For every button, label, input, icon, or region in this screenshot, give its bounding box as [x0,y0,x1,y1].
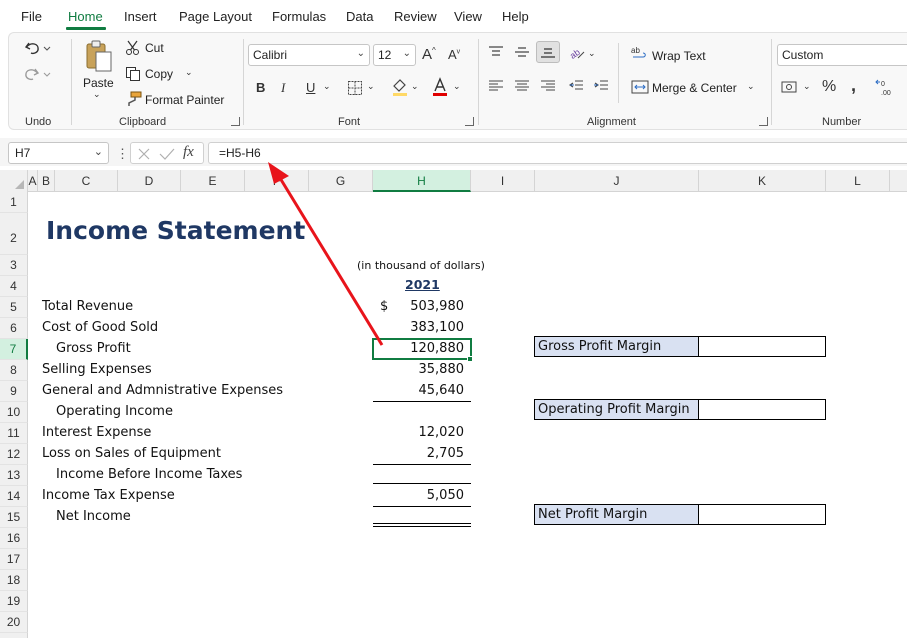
annotation-arrow [268,162,384,346]
arrow-head [268,162,289,184]
arrow-shaft [278,177,384,346]
